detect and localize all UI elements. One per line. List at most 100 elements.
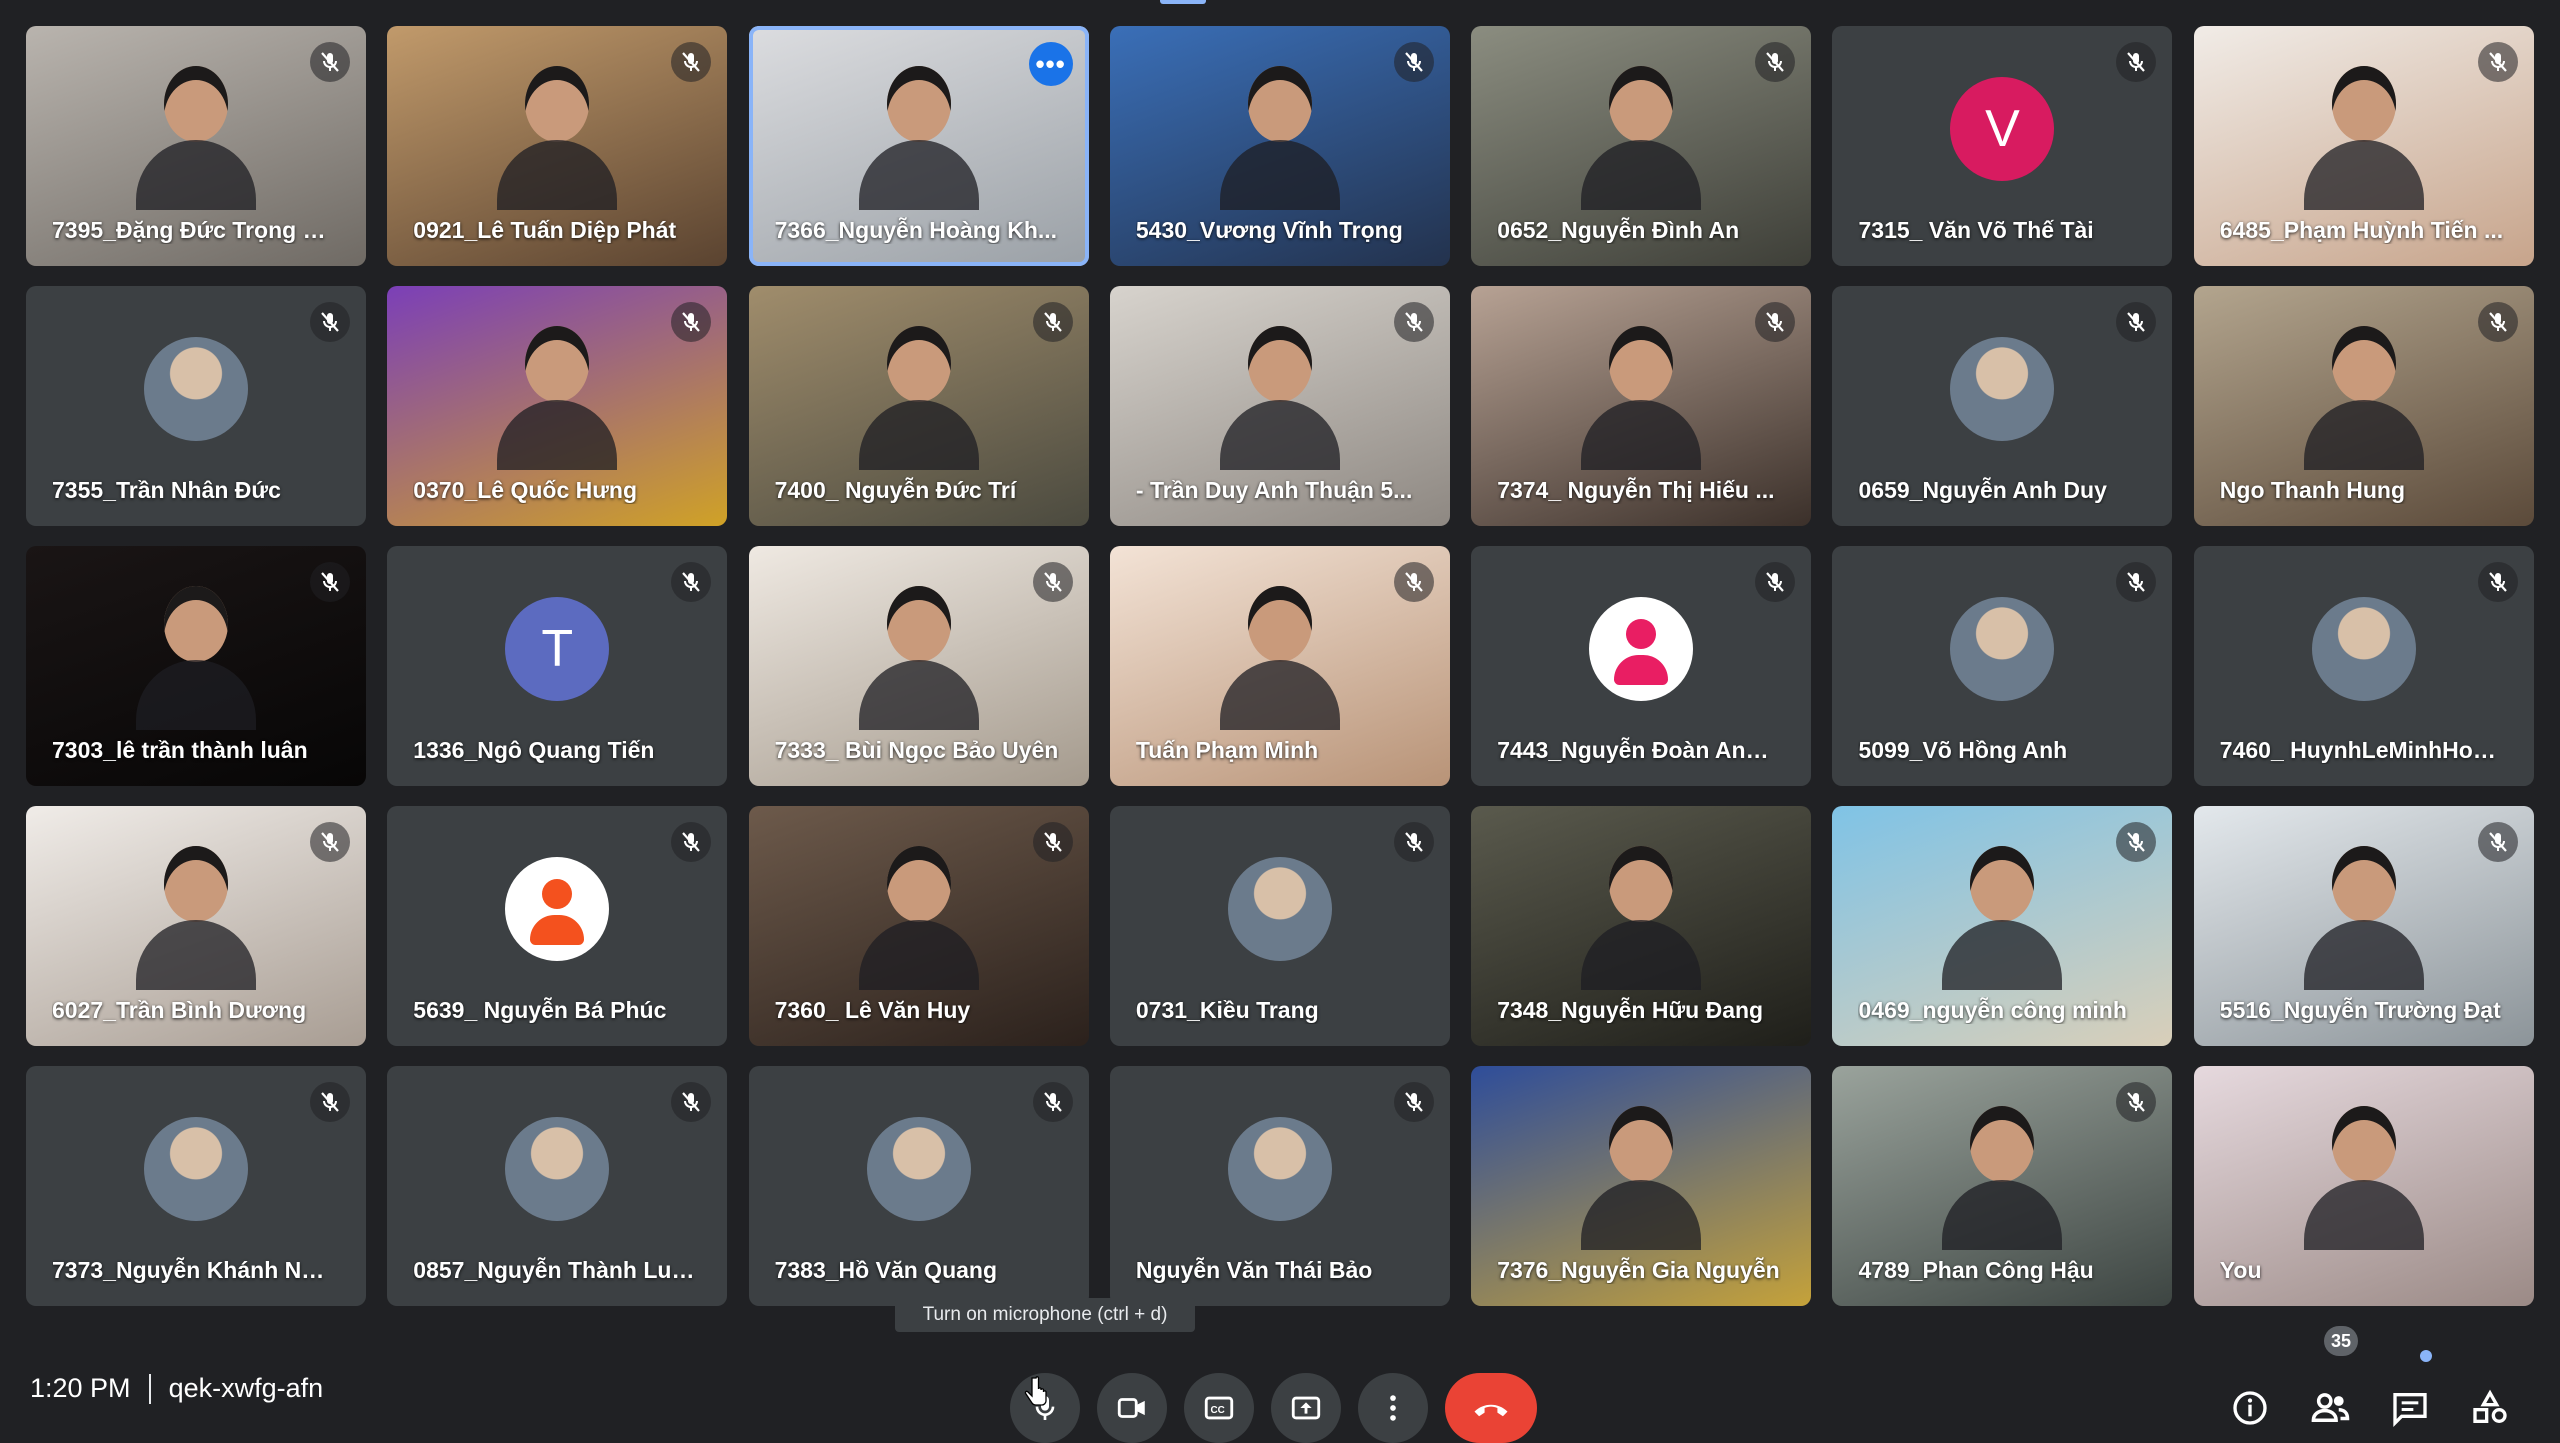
bottom-toolbar: 1:20 PM qek-xwfg-afn CC [0, 1340, 2560, 1443]
mic-off-icon [321, 52, 339, 72]
participant-tile[interactable]: 7303_lê trần thành luân [26, 546, 366, 786]
participant-tile[interactable]: 5639_ Nguyễn Bá Phúc [387, 806, 728, 1046]
muted-indicator [2116, 42, 2157, 82]
muted-indicator [2116, 562, 2157, 602]
top-indicator [1160, 0, 1206, 4]
default-avatar-icon [1589, 597, 1694, 702]
participant-name: - Trần Duy Anh Thuận 5... [1135, 477, 1413, 503]
participant-name: 7355_Trần Nhân Đức [52, 477, 281, 503]
participant-tile[interactable]: - Trần Duy Anh Thuận 5... [1109, 286, 1450, 526]
mic-off-icon [1405, 1092, 1423, 1112]
participant-tile[interactable]: T 1336_Ngô Quang Tiến [387, 546, 728, 786]
participant-tile[interactable]: ••• 7366_Nguyễn Hoàng Kh... [748, 26, 1089, 266]
participant-video [1581, 846, 1702, 991]
participant-tile[interactable]: Nguyễn Văn Thái Bảo [1109, 1066, 1450, 1306]
muted-indicator [1032, 302, 1073, 342]
participant-tile[interactable]: 0370_Lê Quốc Hưng [387, 286, 728, 526]
mic-off-icon [1766, 312, 1785, 332]
tile-more-options-button[interactable]: ••• [1028, 42, 1073, 86]
participant-tile[interactable]: 6027_Trần Bình Dương [26, 806, 366, 1046]
muted-indicator [1032, 562, 1073, 602]
avatar-photo [1227, 857, 1332, 962]
avatar-photo [2311, 597, 2416, 702]
chat-button[interactable] [2385, 1383, 2435, 1433]
participant-tile[interactable]: 5516_Nguyễn Trường Đạt [2193, 806, 2534, 1046]
muted-indicator [2477, 42, 2518, 82]
participant-name: 7333_ Bùi Ngọc Bảo Uyên [774, 737, 1059, 763]
participant-tile[interactable]: 0469_nguyễn công minh [1832, 806, 2173, 1046]
present-screen-button[interactable] [1271, 1373, 1341, 1443]
participant-name: Tuấn Phạm Minh [1135, 737, 1319, 763]
participant-name: 7366_Nguyễn Hoàng Kh... [774, 217, 1058, 243]
present-screen-icon [1291, 1396, 1321, 1420]
participant-tile[interactable]: 7355_Trần Nhân Đức [26, 286, 366, 526]
muted-indicator [2477, 562, 2518, 602]
participant-tile[interactable]: 7348_Nguyễn Hữu Đang [1471, 806, 1812, 1046]
participant-video [497, 326, 618, 471]
participant-tile[interactable]: Tuấn Phạm Minh [1109, 546, 1450, 786]
participant-name: 7460_ HuynhLeMinhHoang [2219, 737, 2504, 763]
avatar-photo [866, 1117, 971, 1222]
captions-button[interactable]: CC [1184, 1373, 1254, 1443]
people-button[interactable] [2305, 1383, 2355, 1433]
mic-off-icon [1043, 832, 1062, 852]
participant-tile[interactable]: 5430_Vương Vĩnh Trọng [1109, 26, 1450, 266]
avatar-photo [505, 1117, 610, 1222]
info-icon [2233, 1391, 2267, 1425]
participant-tile[interactable]: 7374_ Nguyễn Thị Hiếu ... [1471, 286, 1812, 526]
activities-button[interactable] [2465, 1383, 2515, 1433]
people-icon [2311, 1393, 2350, 1422]
mic-off-icon [1405, 312, 1423, 332]
mic-off-icon [321, 572, 339, 592]
participant-name: 0652_Nguyễn Đình An [1497, 217, 1740, 243]
participant-tile[interactable]: 0857_Nguyễn Thành Luân [387, 1066, 728, 1306]
participant-tile[interactable]: 7460_ HuynhLeMinhHoang [2193, 546, 2534, 786]
participant-tile[interactable]: 7383_Hồ Văn Quang [748, 1066, 1089, 1306]
participant-tile[interactable]: 5099_Võ Hồng Anh [1832, 546, 2173, 786]
meeting-code[interactable]: qek-xwfg-afn [169, 1373, 324, 1404]
participant-tile[interactable]: 7400_ Nguyễn Đức Trí [748, 286, 1089, 526]
avatar-photo [1227, 1117, 1332, 1222]
muted-indicator [1393, 562, 1434, 602]
participant-tile[interactable]: 4789_Phan Công Hậu [1832, 1066, 2173, 1306]
participant-video [1219, 586, 1340, 731]
muted-indicator [310, 42, 350, 82]
participant-video [136, 66, 256, 211]
participant-name: 0921_Lê Tuấn Diệp Phát [413, 217, 677, 243]
participant-tile[interactable]: 0731_Kiều Trang [1109, 806, 1450, 1046]
participant-tile[interactable]: 7360_ Lê Văn Huy [748, 806, 1089, 1046]
mic-off-icon [682, 52, 701, 72]
participant-name: 0370_Lê Quốc Hưng [413, 477, 638, 503]
participant-tile[interactable]: 7395_Đặng Đức Trọng Tín [26, 26, 366, 266]
leave-call-button[interactable] [1445, 1373, 1537, 1443]
participant-tile[interactable]: 0921_Lê Tuấn Diệp Phát [387, 26, 728, 266]
muted-indicator [1755, 42, 1796, 82]
participant-tile[interactable]: Ngo Thanh Hung [2193, 286, 2534, 526]
participant-tile[interactable]: 0659_Nguyễn Anh Duy [1832, 286, 2173, 526]
more-options-button[interactable] [1358, 1373, 1428, 1443]
mic-off-icon [321, 312, 339, 332]
participant-name: 7395_Đặng Đức Trọng Tín [52, 217, 336, 243]
muted-indicator [671, 1082, 712, 1122]
participant-tile[interactable]: 7443_Nguyễn Đoàn Anh T... [1471, 546, 1812, 786]
meeting-details-button[interactable] [2225, 1383, 2275, 1433]
participant-tile[interactable]: 0652_Nguyễn Đình An [1471, 26, 1812, 266]
participant-tile[interactable]: 6485_Phạm Huỳnh Tiến ... [2193, 26, 2534, 266]
participant-tile[interactable]: 7376_Nguyễn Gia Nguyễn [1471, 1066, 1812, 1306]
mic-off-icon [321, 1092, 339, 1112]
mic-off-icon [2488, 312, 2507, 332]
muted-indicator [1755, 302, 1796, 342]
mic-off-icon [1043, 572, 1062, 592]
muted-indicator [2116, 302, 2157, 342]
participant-tile[interactable]: 7333_ Bùi Ngọc Bảo Uyên [748, 546, 1089, 786]
mic-off-icon [682, 312, 701, 332]
activities-icon [2473, 1389, 2507, 1423]
participant-tile[interactable]: 7373_Nguyễn Khánh Ngân [26, 1066, 366, 1306]
participant-name: Ngo Thanh Hung [2219, 477, 2406, 503]
muted-indicator [2477, 302, 2518, 342]
camera-button[interactable] [1097, 1373, 1167, 1443]
participant-tile[interactable]: V 7315_ Văn Võ Thế Tài [1832, 26, 2173, 266]
mic-off-icon [1043, 312, 1062, 332]
self-view-tile[interactable]: You [2193, 1066, 2534, 1306]
muted-indicator [310, 562, 350, 602]
